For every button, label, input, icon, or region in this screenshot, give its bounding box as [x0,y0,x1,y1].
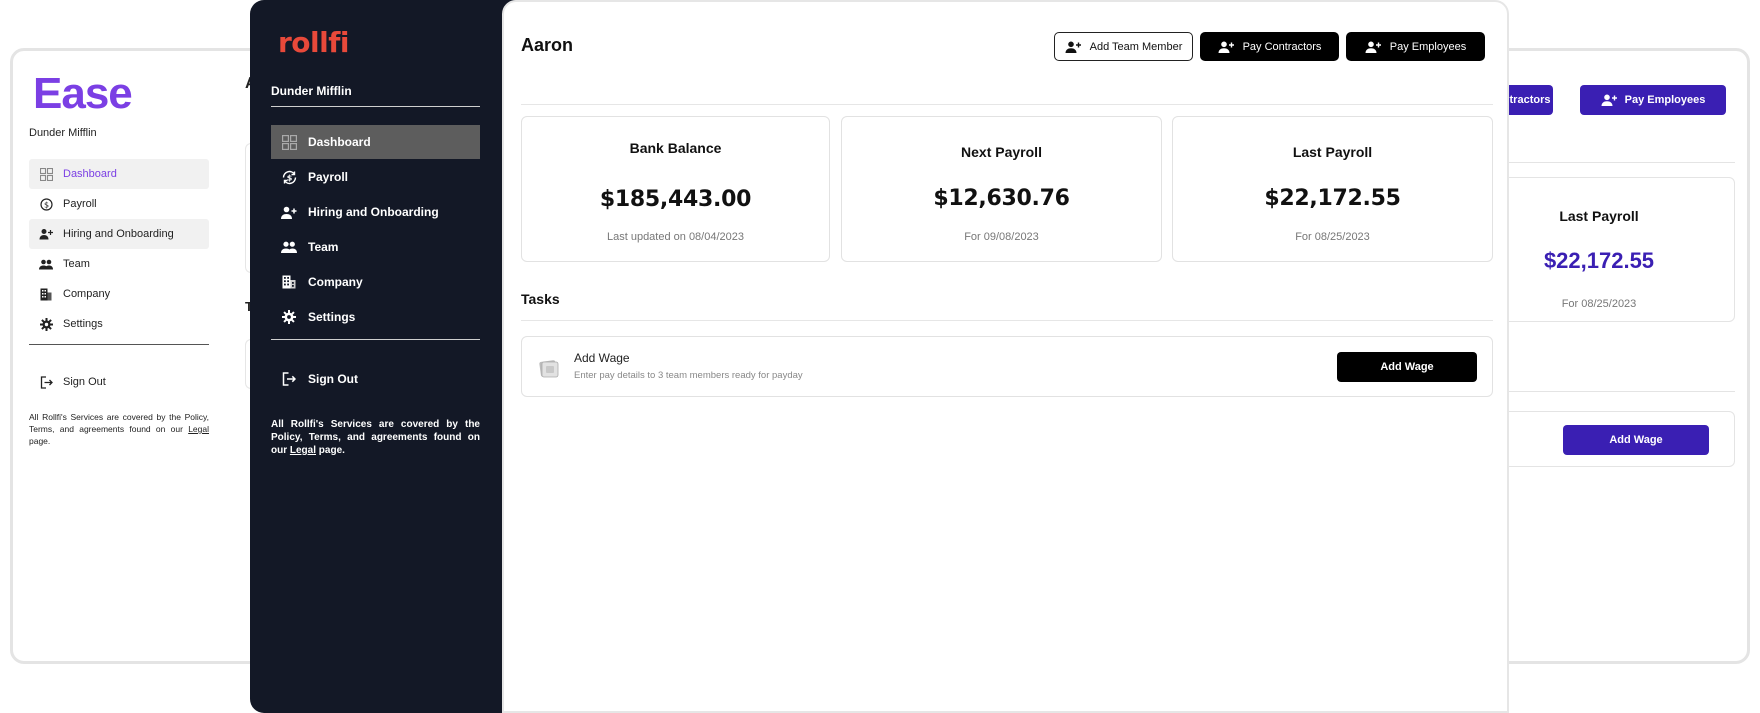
sidebar-item-company[interactable]: Company [271,265,480,299]
pay-employees-label: Pay Employees [1389,40,1467,53]
rollfi-sidebar: rollfi Dunder Mifflin Dashboard $ Payrol… [250,0,520,713]
add-person-icon [281,204,297,220]
purple-pay-employees-button[interactable]: Pay Employees [1580,85,1726,115]
svg-text:$: $ [43,200,48,209]
ease-nav-company[interactable]: Company [29,279,209,309]
sidebar-item-label: Payroll [308,170,349,184]
sidebar-item-hiring[interactable]: Hiring and Onboarding [271,195,480,229]
ease-nav-team[interactable]: Team [29,249,209,279]
rollfi-divider [271,106,480,107]
ease-legal-pre: All Rollfi's Services are covered by the… [29,412,209,434]
tasks-heading: Tasks [521,291,560,307]
ease-nav-label: Company [63,288,111,300]
rollfi-divider [271,339,480,340]
rollfi-sidebar-nav: Dashboard $ Payroll Hiring and Onboardin… [271,125,480,335]
rollfi-legal-text: All Rollfi's Services are covered by the… [271,418,480,457]
next-payroll-card: Next Payroll $12,630.76 For 09/08/2023 [841,116,1162,262]
team-icon [39,257,53,271]
pay-contractors-label: Pay Contractors [1242,40,1322,53]
purple-add-wage-button[interactable]: Add Wage [1563,425,1709,455]
ease-legal-post: page. [29,436,51,446]
last-payroll-card: Last Payroll $22,172.55 For 08/25/2023 [1172,116,1493,262]
ease-legal-text: All Rollfi's Services are covered by the… [29,411,209,447]
header-divider [521,104,1493,105]
card-subtitle: Last updated on 08/04/2023 [606,231,744,243]
dashboard-main: Aaron Add Team Member Pay Contractors Pa… [502,0,1509,713]
task-description: Enter pay details to 3 team members read… [574,370,803,381]
sidebar-item-dashboard[interactable]: Dashboard [271,125,480,159]
ease-nav-settings[interactable]: Settings [29,309,209,339]
team-icon [281,239,297,255]
card-subtitle: For 08/25/2023 [1295,231,1370,243]
task-title: Add Wage [574,351,630,365]
page-title: Aaron [521,35,574,55]
ease-company-name: Dunder Mifflin [29,127,97,139]
rollfi-legal-link[interactable]: Legal [290,445,316,456]
add-team-member-button[interactable]: Add Team Member [1054,32,1193,61]
sidebar-item-settings[interactable]: Settings [271,300,480,334]
ease-signout[interactable]: Sign Out [29,367,209,397]
sidebar-item-label: Hiring and Onboarding [308,205,439,219]
add-person-icon [1601,94,1617,106]
add-team-member-label: Add Team Member [1089,40,1183,53]
dashboard-icon [281,134,297,150]
ease-nav-hiring[interactable]: Hiring and Onboarding [29,219,209,249]
add-person-icon [1065,41,1081,53]
pay-employees-button[interactable]: Pay Employees [1346,32,1485,61]
sidebar-item-label: Dashboard [308,135,371,149]
ease-nav-dashboard[interactable]: Dashboard [29,159,209,189]
dashboard-icon [39,167,53,181]
wage-card-icon [538,357,560,379]
rollfi-company-name: Dunder Mifflin [271,84,352,98]
sign-out-icon [39,375,53,389]
gear-icon [281,309,297,325]
sidebar-item-label: Company [308,275,363,289]
pay-contractors-button[interactable]: Pay Contractors [1200,32,1339,61]
rollfi-logo: rollfi [278,26,350,59]
card-value: $185,443.00 [599,187,752,212]
sidebar-item-label: Settings [308,310,356,324]
building-icon [39,287,53,301]
ease-sidebar-nav: Dashboard $ Payroll Hiring and Onboardin… [29,159,209,339]
add-person-icon [1218,41,1234,53]
ease-nav-label: Team [63,258,90,270]
card-title: Next Payroll [961,144,1042,160]
building-icon [281,274,297,290]
tasks-divider [521,320,1493,321]
sidebar-item-payroll[interactable]: $ Payroll [271,160,480,194]
payroll-icon: $ [281,169,297,185]
app-stage: Ease Dunder Mifflin Dashboard $ Payroll … [0,0,1760,713]
ease-signout-row[interactable]: Sign Out [29,367,209,397]
sidebar-item-signout[interactable]: Sign Out [271,362,480,397]
signout-row[interactable]: Sign Out [271,362,480,396]
ease-signout-label: Sign Out [63,376,106,388]
sign-out-icon [281,371,297,387]
card-value: $22,172.55 [1264,186,1401,211]
add-wage-button[interactable]: Add Wage [1337,352,1477,382]
task-row: Add Wage Enter pay details to 3 team mem… [521,336,1493,397]
card-title: Last Payroll [1292,144,1373,160]
ease-nav-label: Hiring and Onboarding [63,228,174,240]
gear-icon [39,317,53,331]
sidebar-item-team[interactable]: Team [271,230,480,264]
card-subtitle: For 09/08/2023 [964,231,1039,243]
rollfi-legal-post: page. [316,445,345,456]
ease-nav-label: Payroll [63,198,97,210]
payroll-icon: $ [39,197,53,211]
card-value: $12,630.76 [933,186,1070,211]
bank-balance-card: Bank Balance $185,443.00 Last updated on… [521,116,830,262]
add-person-icon [39,227,53,241]
ease-nav-payroll[interactable]: $ Payroll [29,189,209,219]
ease-logo: Ease [33,69,133,118]
ease-legal-link[interactable]: Legal [188,424,209,434]
ease-nav-label: Dashboard [63,168,117,180]
signout-label: Sign Out [308,372,358,386]
sidebar-item-label: Team [308,240,339,254]
add-person-icon [1365,41,1381,53]
svg-text:$: $ [286,173,292,182]
ease-nav-label: Settings [63,318,103,330]
ease-divider [29,344,209,345]
card-title: Bank Balance [629,140,722,156]
purple-pay-employees-label: Pay Employees [1624,94,1706,106]
